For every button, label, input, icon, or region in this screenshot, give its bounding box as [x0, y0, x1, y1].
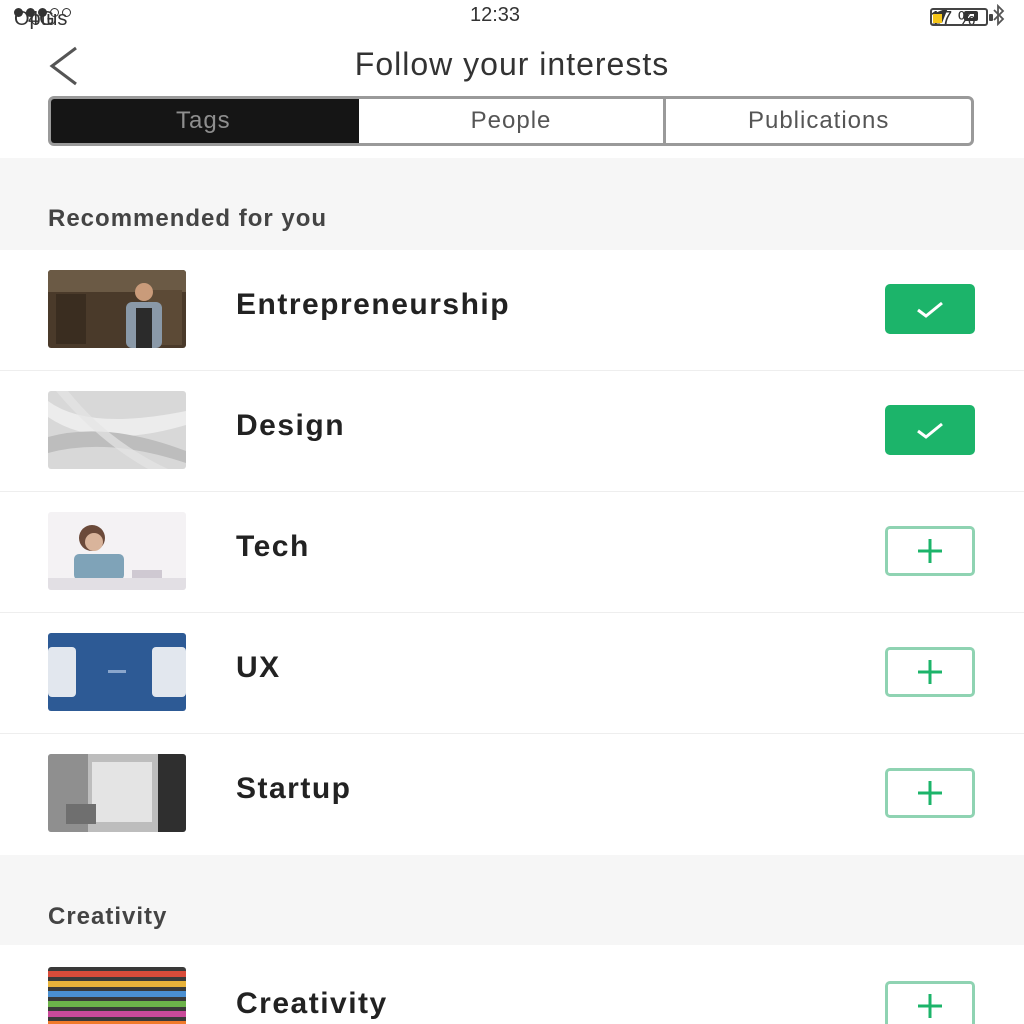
plus-icon: [918, 781, 942, 805]
page-title: Follow your interests: [354, 46, 670, 82]
tag-label: Creativity: [236, 987, 388, 1020]
follow-button[interactable]: [885, 981, 975, 1024]
plus-icon: [918, 539, 942, 563]
follow-button[interactable]: [885, 647, 975, 697]
follow-button[interactable]: [885, 526, 975, 576]
tag-label: Startup: [236, 772, 352, 805]
check-icon: [917, 301, 943, 318]
tab-people[interactable]: People: [359, 99, 667, 143]
list-item[interactable]: Entrepreneurship: [0, 250, 1024, 371]
thumbnail-image: [48, 754, 186, 832]
tag-label: Entrepreneurship: [236, 288, 511, 321]
thumbnail-image: [48, 270, 186, 348]
status-right: 17 %: [930, 4, 1006, 30]
tag-label: UX: [236, 651, 281, 684]
status-bar: Optus 4G 12:33 17 %: [0, 0, 1024, 32]
thumbnail-image: [48, 633, 186, 711]
bluetooth-icon: [993, 4, 1005, 26]
follow-button[interactable]: [885, 768, 975, 818]
tab-tags[interactable]: Tags: [51, 99, 359, 143]
following-button[interactable]: [885, 405, 975, 455]
tag-label: Tech: [236, 530, 310, 563]
thumbnail-image: [48, 512, 186, 590]
list-item[interactable]: Tech: [0, 492, 1024, 613]
thumbnail-image: [48, 391, 186, 469]
clock: 12:33: [470, 4, 521, 26]
list-item[interactable]: Design: [0, 371, 1024, 492]
list-item[interactable]: UX: [0, 613, 1024, 734]
plus-icon: [918, 660, 942, 684]
tag-label: Design: [236, 409, 346, 442]
section-header-recommended: Recommended for you: [0, 158, 1024, 250]
thumbnail-image: [48, 967, 186, 1024]
section-header-creativity: Creativity: [0, 855, 1024, 945]
list-item[interactable]: Startup: [0, 734, 1024, 855]
tab-publications[interactable]: Publications: [666, 99, 971, 143]
battery-icon: [930, 8, 993, 26]
check-icon: [917, 422, 943, 439]
tab-bar: Tags People Publications: [48, 96, 974, 146]
plus-icon: [918, 994, 942, 1018]
following-button[interactable]: [885, 284, 975, 334]
section-title: Recommended for you: [48, 205, 328, 232]
list-item[interactable]: Creativity: [0, 945, 1024, 1024]
network-type: 4G: [28, 8, 55, 30]
battery-level: [933, 14, 943, 23]
section-title: Creativity: [48, 903, 168, 930]
